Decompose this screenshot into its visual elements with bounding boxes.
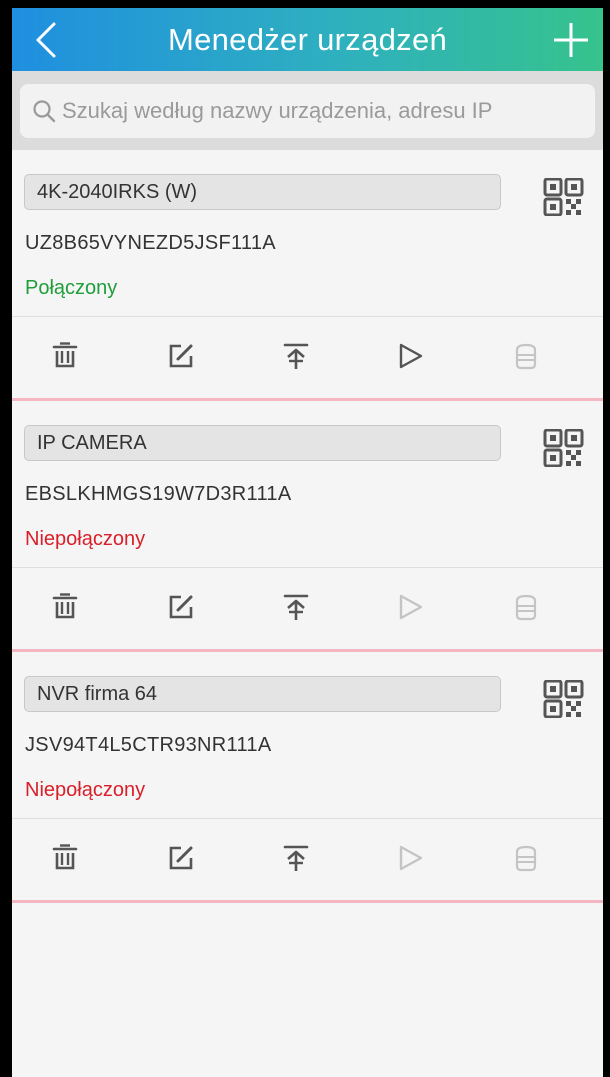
add-device-button[interactable] [547,8,595,71]
storage-icon [515,594,537,621]
qr-code-button[interactable] [543,679,585,723]
share-device-button[interactable] [278,840,314,876]
delete-device-button[interactable] [47,840,83,876]
edit-device-button[interactable] [163,338,199,374]
edit-device-button[interactable] [163,840,199,876]
play-icon [399,845,423,871]
playback-button[interactable] [508,338,544,374]
playback-button[interactable] [508,840,544,876]
device-name-field[interactable]: 4K-2040IRKS (W) [24,174,501,210]
device-serial: JSV94T4L5CTR93NR111A [25,734,272,756]
search-icon [33,100,56,123]
qr-icon [543,177,584,217]
app-header: Menedżer urządzeń [12,8,603,71]
play-icon [399,594,423,620]
connection-status: Niepołączony [25,779,146,801]
qr-code-button[interactable] [543,177,585,221]
plus-icon [554,22,588,57]
delete-device-button[interactable] [47,338,83,374]
upload-icon [283,845,309,871]
play-icon [399,343,423,369]
device-name-field[interactable]: NVR firma 64 [24,676,501,712]
live-view-button[interactable] [392,840,428,876]
qr-icon [543,679,584,719]
divider [12,567,603,568]
storage-icon [515,845,537,872]
divider [12,818,603,819]
qr-icon [543,428,584,468]
share-device-button[interactable] [278,338,314,374]
delete-device-button[interactable] [47,589,83,625]
device-actions [12,573,603,641]
search-placeholder: Szukaj według nazwy urządzenia, adresu I… [62,98,493,123]
upload-icon [283,343,309,369]
connection-status: Niepołączony [25,528,146,550]
device-item[interactable]: 4K-2040IRKS (W) UZ8B65VYNEZD5JSF111A Połą… [12,150,603,401]
trash-icon [52,342,78,368]
playback-button[interactable] [508,589,544,625]
edit-icon [169,846,193,870]
device-item[interactable]: IP CAMERA EBSLKHMGS19W7D3R111A Niepołączo… [12,401,603,652]
connection-status: Połączony [25,277,118,299]
live-view-button[interactable] [392,338,428,374]
storage-icon [515,343,537,370]
qr-code-button[interactable] [543,428,585,472]
edit-device-button[interactable] [163,589,199,625]
page-title: Menedżer urządzeń [167,22,448,57]
upload-icon [283,594,309,620]
trash-icon [52,844,78,870]
device-item[interactable]: NVR firma 64 JSV94T4L5CTR93NR111A Niepołą… [12,652,603,903]
device-manager-screen: Menedżer urządzeń Szukaj według nazwy ur… [12,8,603,1077]
device-list: 4K-2040IRKS (W) UZ8B65VYNEZD5JSF111A Połą… [12,150,603,903]
device-name-field[interactable]: IP CAMERA [24,425,501,461]
share-device-button[interactable] [278,589,314,625]
device-serial: UZ8B65VYNEZD5JSF111A [25,232,276,254]
trash-icon [52,593,78,619]
device-serial: EBSLKHMGS19W7D3R111A [25,483,292,505]
edit-icon [169,595,193,619]
search-bar: Szukaj według nazwy urządzenia, adresu I… [12,71,603,150]
edit-icon [169,344,193,368]
search-input[interactable]: Szukaj według nazwy urządzenia, adresu I… [20,84,595,138]
divider [12,316,603,317]
device-actions [12,322,603,390]
device-actions [12,824,603,892]
live-view-button[interactable] [392,589,428,625]
